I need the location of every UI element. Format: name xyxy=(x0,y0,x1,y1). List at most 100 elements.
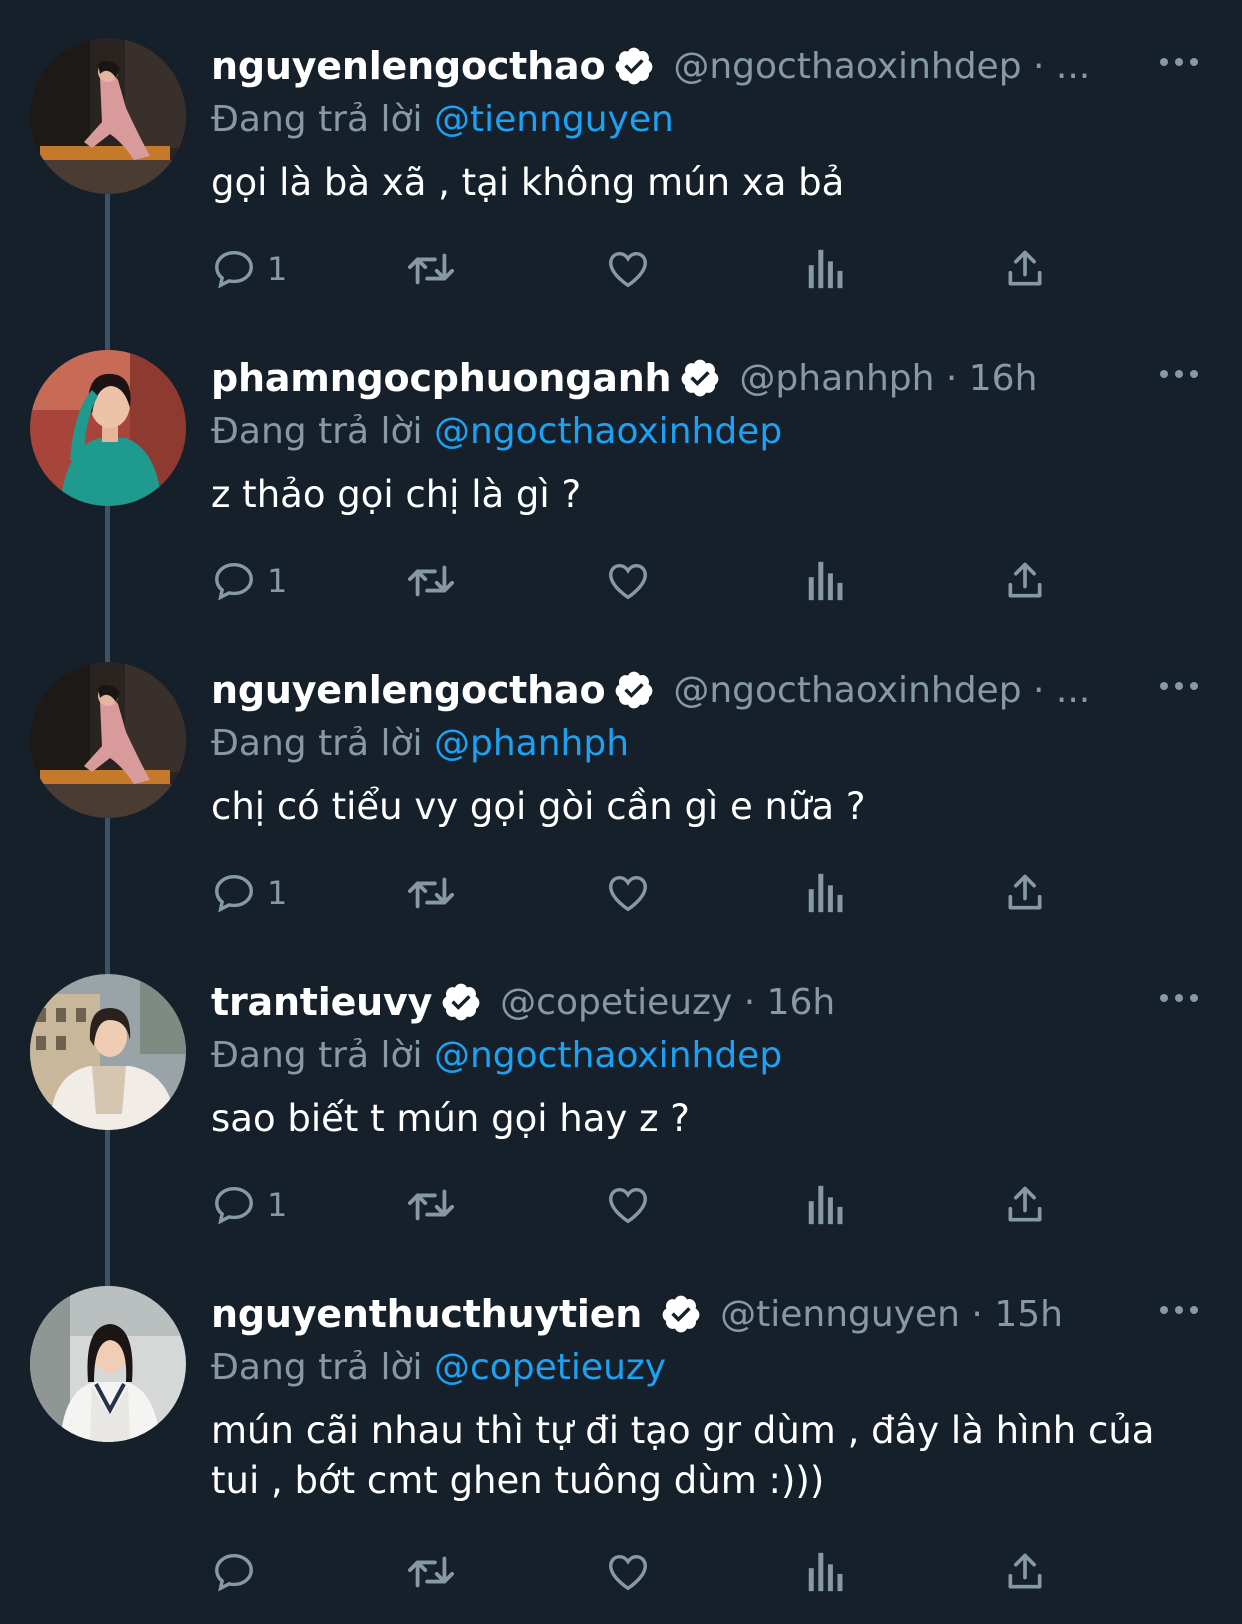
analytics-icon xyxy=(808,561,843,601)
handle-and-time: @ngocthaoxinhdep · ... xyxy=(673,669,1091,711)
share-icon xyxy=(1008,874,1042,910)
tweet[interactable]: nguyenlengocthao @ngocthaoxinhdep · ... … xyxy=(0,38,1242,354)
reply-count: 1 xyxy=(267,250,288,288)
like-button[interactable] xyxy=(604,867,652,919)
handle-and-time: @ngocthaoxinhdep · ... xyxy=(673,45,1091,87)
analytics-icon xyxy=(808,1552,843,1592)
share-icon xyxy=(1008,250,1042,286)
verified-badge-icon xyxy=(442,983,480,1021)
analytics-button[interactable] xyxy=(806,867,846,919)
display-name[interactable]: phamngocphuonganh xyxy=(211,356,672,400)
replying-to-label: Đang trả lời xyxy=(211,723,423,764)
like-button[interactable] xyxy=(604,1179,652,1231)
like-button[interactable] xyxy=(604,1546,652,1598)
replying-to-label: Đang trả lời xyxy=(211,411,423,452)
like-icon xyxy=(609,251,647,288)
share-button[interactable] xyxy=(1003,867,1047,919)
reply-button[interactable]: 1 xyxy=(211,243,287,295)
reply-mention-link[interactable]: @ngocthaoxinhdep xyxy=(434,1035,782,1076)
reply-mention-link[interactable]: @ngocthaoxinhdep xyxy=(434,411,782,452)
verified-badge-icon xyxy=(682,359,719,397)
reply-mention-link[interactable]: @tiennguyen xyxy=(434,99,674,140)
retweet-button[interactable] xyxy=(403,1546,459,1598)
verified-badge-icon xyxy=(615,47,653,85)
reply-button[interactable] xyxy=(211,1546,267,1598)
reply-button[interactable]: 1 xyxy=(211,555,287,607)
reply-icon xyxy=(215,562,253,601)
avatar[interactable] xyxy=(30,38,186,194)
analytics-icon xyxy=(808,249,843,289)
share-icon xyxy=(1008,562,1042,598)
handle-and-time: @tiennguyen · 15h xyxy=(720,1293,1063,1335)
reply-count: 1 xyxy=(267,874,288,912)
tweet-text: chị có tiểu vy gọi gòi cần gì e nữa ? xyxy=(211,785,866,828)
retweet-icon xyxy=(408,253,455,285)
retweet-button[interactable] xyxy=(403,243,459,295)
verified-badge-icon xyxy=(662,1295,700,1333)
share-button[interactable] xyxy=(1003,1179,1047,1231)
share-button[interactable] xyxy=(1003,1546,1047,1598)
like-button[interactable] xyxy=(604,243,652,295)
more-options-icon[interactable] xyxy=(1156,666,1202,706)
reply-mention-link[interactable]: @phanhph xyxy=(434,723,629,764)
handle-and-time: @copetieuzy · 16h xyxy=(500,981,836,1023)
thread-line xyxy=(105,506,110,666)
retweet-icon xyxy=(408,877,455,909)
reply-icon xyxy=(215,1553,253,1592)
thread-line xyxy=(105,1130,110,1290)
tweet[interactable]: phamngocphuonganh @phanhph · 16h Đang tr… xyxy=(0,350,1242,666)
analytics-button[interactable] xyxy=(806,1179,846,1231)
reply-mention-link[interactable]: @copetieuzy xyxy=(434,1347,666,1388)
tweet[interactable]: nguyenthucthuytien @tiennguyen · 15h Đan… xyxy=(0,1286,1242,1624)
like-button[interactable] xyxy=(604,555,652,607)
reply-icon xyxy=(215,250,253,289)
reply-count: 1 xyxy=(267,1186,288,1224)
reply-count: 1 xyxy=(267,562,288,600)
analytics-button[interactable] xyxy=(806,243,846,295)
replying-to-label: Đang trả lời xyxy=(211,1347,423,1388)
tweet[interactable]: trantieuvy @copetieuzy · 16h Đang trả lờ… xyxy=(0,974,1242,1290)
share-icon xyxy=(1008,1186,1042,1222)
thread-line xyxy=(105,194,110,354)
share-icon xyxy=(1008,1553,1042,1589)
display-name[interactable]: nguyenlengocthao xyxy=(211,668,606,712)
analytics-button[interactable] xyxy=(806,1546,846,1598)
replying-to-label: Đang trả lời xyxy=(211,99,423,140)
like-icon xyxy=(609,875,647,912)
retweet-button[interactable] xyxy=(403,867,459,919)
reply-button[interactable]: 1 xyxy=(211,1179,287,1231)
avatar[interactable] xyxy=(30,974,186,1130)
like-icon xyxy=(609,1187,647,1224)
more-options-icon[interactable] xyxy=(1156,354,1202,394)
more-options-icon[interactable] xyxy=(1156,42,1202,82)
like-icon xyxy=(609,1554,647,1591)
display-name[interactable]: nguyenthucthuytien xyxy=(211,1292,642,1336)
like-icon xyxy=(609,563,647,600)
avatar[interactable] xyxy=(30,662,186,818)
tweet[interactable]: nguyenlengocthao @ngocthaoxinhdep · ... … xyxy=(0,662,1242,978)
avatar[interactable] xyxy=(30,1286,186,1442)
more-options-icon[interactable] xyxy=(1156,978,1202,1018)
retweet-icon xyxy=(408,1556,455,1588)
reply-button[interactable]: 1 xyxy=(211,867,287,919)
retweet-button[interactable] xyxy=(403,555,459,607)
more-options-icon[interactable] xyxy=(1156,1290,1202,1330)
display-name[interactable]: nguyenlengocthao xyxy=(211,44,606,88)
reply-thread: nguyenlengocthao @ngocthaoxinhdep · ... … xyxy=(0,0,1242,1624)
analytics-button[interactable] xyxy=(806,555,846,607)
analytics-icon xyxy=(808,873,843,913)
tweet-text: z thảo gọi chị là gì ? xyxy=(211,473,582,516)
verified-badge-icon xyxy=(615,671,653,709)
avatar[interactable] xyxy=(30,350,186,506)
replying-to-label: Đang trả lời xyxy=(211,1035,423,1076)
analytics-icon xyxy=(808,1185,843,1225)
share-button[interactable] xyxy=(1003,243,1047,295)
tweet-text: gọi là bà xã , tại không mún xa bả xyxy=(211,161,845,204)
share-button[interactable] xyxy=(1003,555,1047,607)
retweet-button[interactable] xyxy=(403,1179,459,1231)
handle-and-time: @phanhph · 16h xyxy=(739,357,1038,399)
thread-line xyxy=(105,818,110,978)
display-name[interactable]: trantieuvy xyxy=(211,980,432,1024)
reply-icon xyxy=(215,1186,253,1225)
retweet-icon xyxy=(408,565,455,597)
